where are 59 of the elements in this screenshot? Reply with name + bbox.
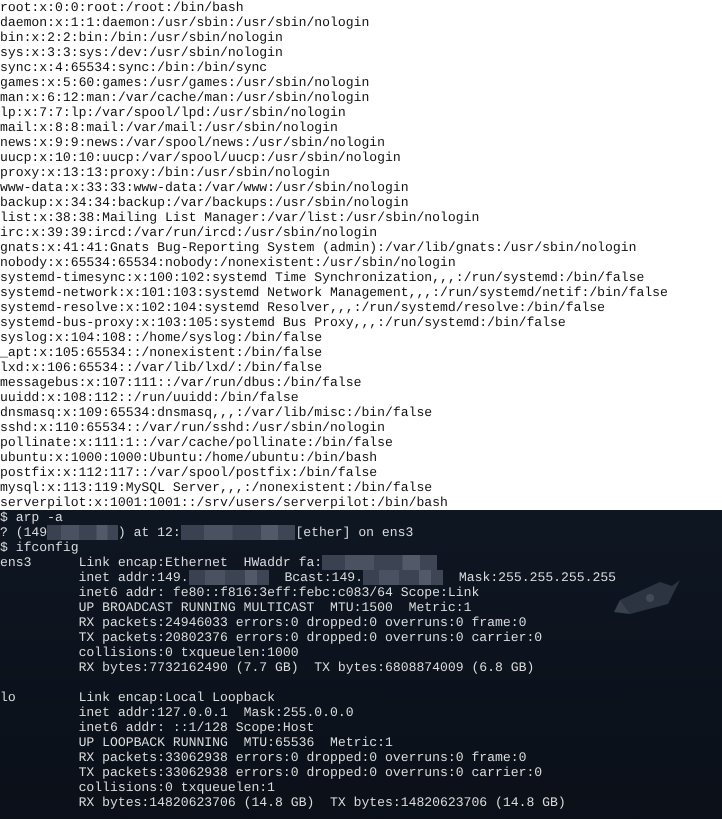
redaction-mask: [47, 525, 118, 540]
output-line: daemon:x:1:1:daemon:/usr/sbin:/usr/sbin/nologin: [0, 15, 370, 30]
output-line: games:x:5:60:games:/usr/games:/usr/sbin/nologin: [0, 75, 370, 90]
terminal-line: inet6 addr: ::1/128 Scope:Host: [78, 720, 316, 735]
output-line: root:x:0:0:root:/root:/bin/bash: [0, 0, 245, 15]
output-line: sync:x:4:65534:sync:/bin:/bin/sync: [0, 60, 268, 75]
output-line: messagebus:x:107:111::/var/run/dbus:/bin/false: [0, 375, 362, 390]
output-line: www-data:x:33:33:www-data:/var/www:/usr/sbin/nologin: [0, 180, 410, 195]
output-line: uucp:x:10:10:uucp:/var/spool/uucp:/usr/sbin/nologin: [0, 150, 402, 165]
output-line: bin:x:2:2:bin:/bin:/usr/sbin/nologin: [0, 30, 284, 45]
terminal-line: collisions:0 txqueuelen:1000: [78, 645, 300, 660]
output-line: nobody:x:65534:65534:nobody:/nonexistent:/usr/sbin/nologin: [0, 255, 457, 270]
terminal-text: [ether] on ens3: [295, 525, 414, 540]
terminal-line: RX packets:24946033 errors:0 dropped:0 overruns:0 frame:0: [78, 615, 528, 630]
output-line: postfix:x:112:117::/var/spool/postfix:/bin/false: [0, 465, 378, 480]
output-line: systemd-timesync:x:100:102:systemd Time Synchronization,,,:/run/systemd:/bin/false: [0, 270, 646, 285]
output-line: backup:x:34:34:backup:/var/backups:/usr/sbin/nologin: [0, 195, 410, 210]
output-line: proxy:x:13:13:proxy:/bin:/usr/sbin/nologin: [0, 165, 332, 180]
terminal-line: RX bytes:14820623706 (14.8 GB) TX bytes:14820623706 (14.8 GB): [78, 795, 567, 810]
output-line: systemd-resolve:x:102:104:systemd Resolver,,,:/run/systemd/resolve:/bin/false: [0, 300, 606, 315]
terminal-line: lo Link encap:Local Loopback: [0, 690, 276, 705]
output-line: sys:x:3:3:sys:/dev:/usr/sbin/nologin: [0, 45, 284, 60]
terminal-line: inet6 addr: fe80::f816:3eff:febc:c083/64 Scope:Link: [78, 585, 480, 600]
output-line: irc:x:39:39:ircd:/var/run/ircd:/usr/sbin/nologin: [0, 225, 378, 240]
terminal-line: RX packets:33062938 errors:0 dropped:0 overruns:0 frame:0: [78, 750, 528, 765]
terminal-text: inet addr:149.: [78, 570, 189, 585]
terminal-line: TX packets:20802376 errors:0 dropped:0 overruns:0 carrier:0: [78, 630, 544, 645]
terminal-text: ens3 Link encap:Ethernet HWaddr fa:: [0, 555, 322, 570]
output-line: man:x:6:12:man:/var/cache/man:/usr/sbin/nologin: [0, 90, 370, 105]
terminal-text: ) at 12:: [118, 525, 181, 540]
output-line: news:x:9:9:news:/var/spool/news:/usr/sbin/nologin: [0, 135, 386, 150]
terminal-line: UP LOOPBACK RUNNING MTU:65536 Metric:1: [78, 735, 394, 750]
output-line: list:x:38:38:Mailing List Manager:/var/list:/usr/sbin/nologin: [0, 210, 480, 225]
output-line: pollinate:x:111:1::/var/cache/pollinate:/bin/false: [0, 435, 394, 450]
terminal-line: UP BROADCAST RUNNING MULTICAST MTU:1500 Metric:1: [78, 600, 472, 615]
output-line: serverpilot:x:1001:1001::/srv/users/serverpilot:/bin/bash: [0, 495, 449, 510]
terminal-text: Bcast:149.: [283, 570, 364, 585]
output-line: systemd-network:x:101:103:systemd Network Management,,,:/run/systemd/netif:/bin/false: [0, 285, 669, 300]
output-line: sshd:x:110:65534::/var/run/sshd:/usr/sbin/nologin: [0, 420, 386, 435]
output-line: syslog:x:104:108::/home/syslog:/bin/false: [0, 330, 324, 345]
output-line: mail:x:8:8:mail:/var/mail:/usr/sbin/nologin: [0, 120, 339, 135]
output-line: lp:x:7:7:lp:/var/spool/lpd:/usr/sbin/nologin: [0, 105, 347, 120]
rocket-drawing: [614, 580, 680, 614]
output-line: lxd:x:106:65534::/var/lib/lxd/:/bin/false: [0, 360, 324, 375]
terminal-line: $ ifconfig: [0, 540, 80, 555]
terminal-line: TX packets:33062938 errors:0 dropped:0 overruns:0 carrier:0: [78, 765, 544, 780]
terminal-line: collisions:0 txqueuelen:1: [78, 780, 276, 795]
output-line: _apt:x:105:65534::/nonexistent:/bin/false: [0, 345, 324, 360]
output-line: systemd-bus-proxy:x:103:105:systemd Bus Proxy,,,:/run/systemd:/bin/false: [0, 315, 567, 330]
terminal-text: ? (149: [0, 525, 48, 540]
output-line: dnsmasq:x:109:65534:dnsmasq,,,:/var/lib/misc:/bin/false: [0, 405, 434, 420]
output-line: ubuntu:x:1000:1000:Ubuntu:/home/ubuntu:/bin/bash: [0, 450, 378, 465]
terminal-text: Mask:255.255.255.255: [458, 570, 616, 585]
terminal-line: RX bytes:7732162490 (7.7 GB) TX bytes:6808874009 (6.8 GB): [78, 660, 536, 675]
terminal-line: inet addr:127.0.0.1 Mask:255.0.0.0: [78, 705, 355, 720]
output-line: mysql:x:113:119:MySQL Server,,,:/nonexistent:/bin/false: [0, 480, 434, 495]
output-line: gnats:x:41:41:Gnats Bug-Reporting System (admin):/var/lib/gnats:/usr/sbin/nologin: [0, 240, 638, 255]
output-line: uuidd:x:108:112::/run/uuidd:/bin/false: [0, 390, 300, 405]
terminal-line: $ arp -a: [0, 510, 64, 525]
